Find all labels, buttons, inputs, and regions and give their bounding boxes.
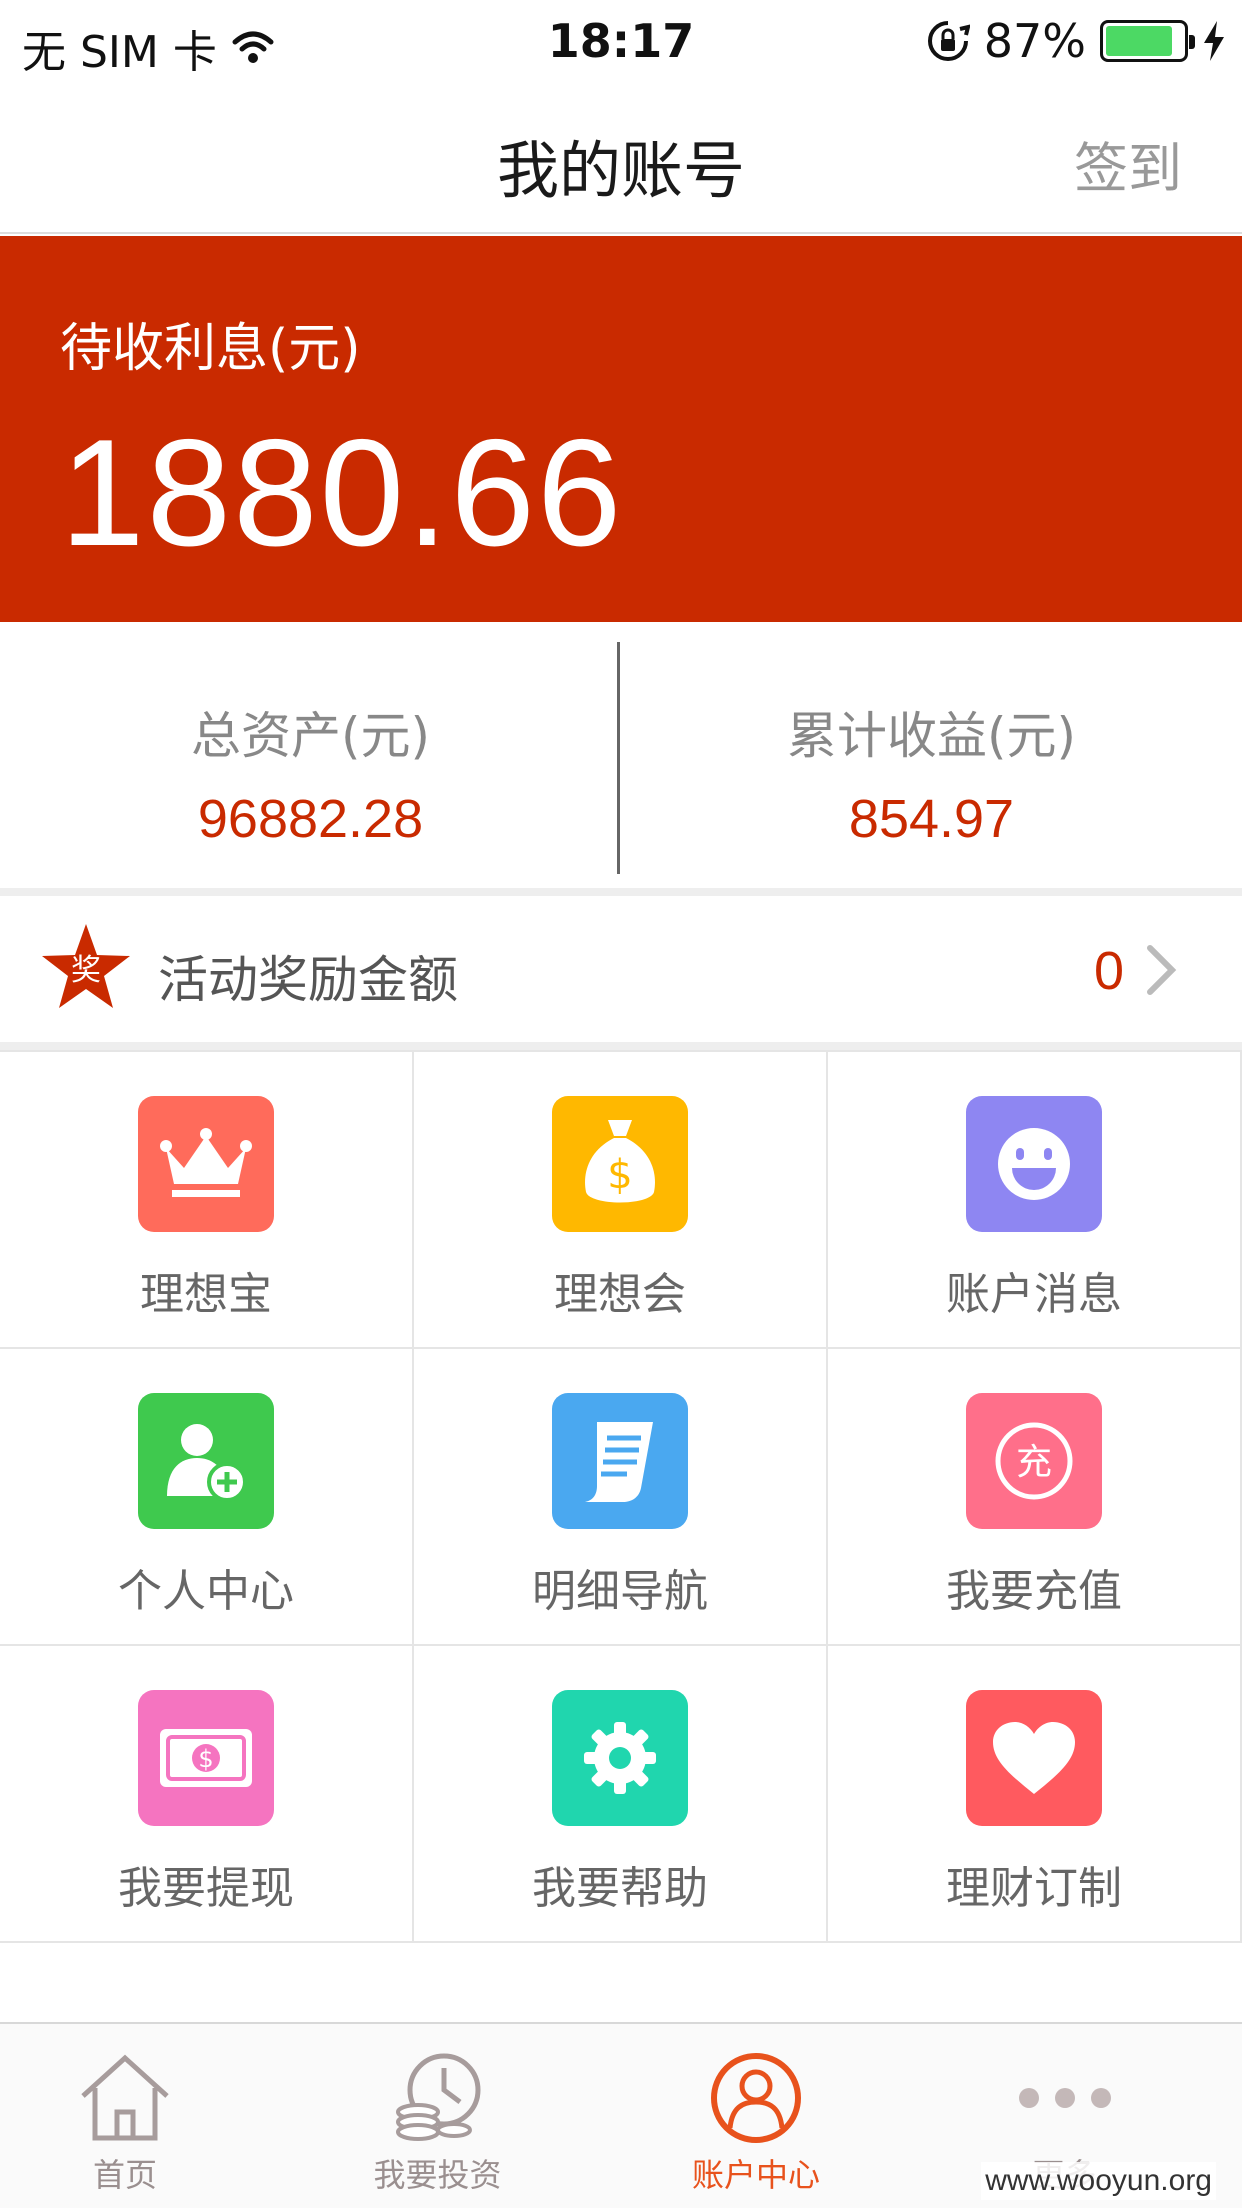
- section-separator: [0, 888, 1242, 896]
- money-bag-icon: $: [552, 1096, 688, 1232]
- summary-divider: [617, 642, 620, 874]
- tile-withdraw[interactable]: $ 我要提现: [0, 1646, 414, 1943]
- tile-lixianghui[interactable]: $ 理想会: [412, 1052, 828, 1349]
- tab-invest[interactable]: 我要投资: [250, 2024, 625, 2208]
- cumulative-income-value: 854.97: [848, 789, 1015, 849]
- total-assets: 总资产(元) 96882.28: [0, 622, 621, 890]
- reward-label: 活动奖励金额: [158, 951, 458, 1009]
- orientation-lock-icon: [927, 21, 970, 61]
- banknote-icon: $: [138, 1690, 274, 1826]
- crown-icon: [138, 1096, 274, 1232]
- pending-interest-panel: 待收利息(元) 1880.66: [0, 236, 1242, 622]
- cumulative-income-label: 累计收益(元): [786, 707, 1076, 765]
- battery-icon: [1100, 20, 1195, 62]
- total-assets-label: 总资产(元): [190, 707, 430, 765]
- reward-star-icon: 奖: [42, 924, 130, 1008]
- tile-label: 理想宝: [140, 1269, 272, 1320]
- feature-grid: 理想宝 $ 理想会 账户消息 个人中心 明细导航 充 我要充值 $ 我要提现 我…: [0, 1050, 1242, 1943]
- status-bar: 无 SIM 卡 18:17 87%: [0, 0, 1242, 84]
- section-separator: [0, 1042, 1242, 1050]
- svg-text:$: $: [198, 1745, 213, 1773]
- tile-recharge[interactable]: 充 我要充值: [826, 1349, 1242, 1646]
- reward-count: 0: [1093, 941, 1124, 1001]
- tile-account-messages[interactable]: 账户消息: [826, 1052, 1242, 1349]
- total-assets-value: 96882.28: [197, 789, 424, 849]
- more-icon: [1018, 2088, 1111, 2108]
- cumulative-income: 累计收益(元) 854.97: [621, 622, 1242, 890]
- tile-label: 我要帮助: [532, 1863, 708, 1914]
- invest-icon: [395, 2053, 480, 2141]
- tile-label: 账户消息: [946, 1269, 1122, 1320]
- tile-label: 明细导航: [532, 1566, 708, 1617]
- tile-label: 个人中心: [118, 1566, 294, 1617]
- heart-icon: [966, 1690, 1102, 1826]
- tab-label: 我要投资: [373, 2156, 502, 2194]
- tile-label: 我要提现: [118, 1863, 294, 1914]
- tile-label: 理财订制: [946, 1863, 1122, 1914]
- tab-label: 账户中心: [691, 2156, 820, 2194]
- page-title: 我的账号: [496, 134, 745, 207]
- asset-summary: 总资产(元) 96882.28 累计收益(元) 854.97: [0, 622, 1242, 890]
- tile-custom-finance[interactable]: 理财订制: [826, 1646, 1242, 1943]
- nav-bar: 我的账号 签到: [0, 84, 1242, 234]
- tile-help[interactable]: 我要帮助: [412, 1646, 828, 1943]
- account-icon: [711, 2053, 801, 2143]
- status-right: 87%: [926, 14, 1226, 68]
- tile-details-navigation[interactable]: 明细导航: [412, 1349, 828, 1646]
- tile-label: 我要充值: [946, 1566, 1122, 1617]
- reward-row[interactable]: 奖 活动奖励金额 0: [0, 896, 1242, 1042]
- pending-interest-label: 待收利息(元): [60, 319, 361, 379]
- tile-personal-center[interactable]: 个人中心: [0, 1349, 414, 1646]
- chevron-right-icon: [1147, 945, 1177, 995]
- gear-icon: [552, 1690, 688, 1826]
- watermark: www.wooyun.org: [981, 2162, 1216, 2200]
- recharge-icon: 充: [966, 1393, 1102, 1529]
- tab-label: 首页: [92, 2156, 157, 2194]
- battery-percent: 87%: [983, 14, 1086, 68]
- reward-badge-text: 奖: [71, 953, 101, 988]
- svg-text:$: $: [607, 1152, 632, 1198]
- tile-label: 理想会: [554, 1269, 686, 1320]
- smiley-icon: [966, 1096, 1102, 1232]
- tab-home[interactable]: 首页: [0, 2024, 250, 2208]
- pending-interest-value: 1880.66: [60, 408, 624, 578]
- svg-text:充: 充: [1016, 1442, 1052, 1483]
- charging-bolt-icon: [1204, 21, 1224, 61]
- receipt-icon: [552, 1393, 688, 1529]
- tile-lixiangbao[interactable]: 理想宝: [0, 1052, 414, 1349]
- add-user-icon: [138, 1393, 274, 1529]
- tab-account-center[interactable]: 账户中心: [625, 2024, 887, 2208]
- check-in-button[interactable]: 签到: [1074, 124, 1182, 203]
- home-icon: [81, 2054, 169, 2141]
